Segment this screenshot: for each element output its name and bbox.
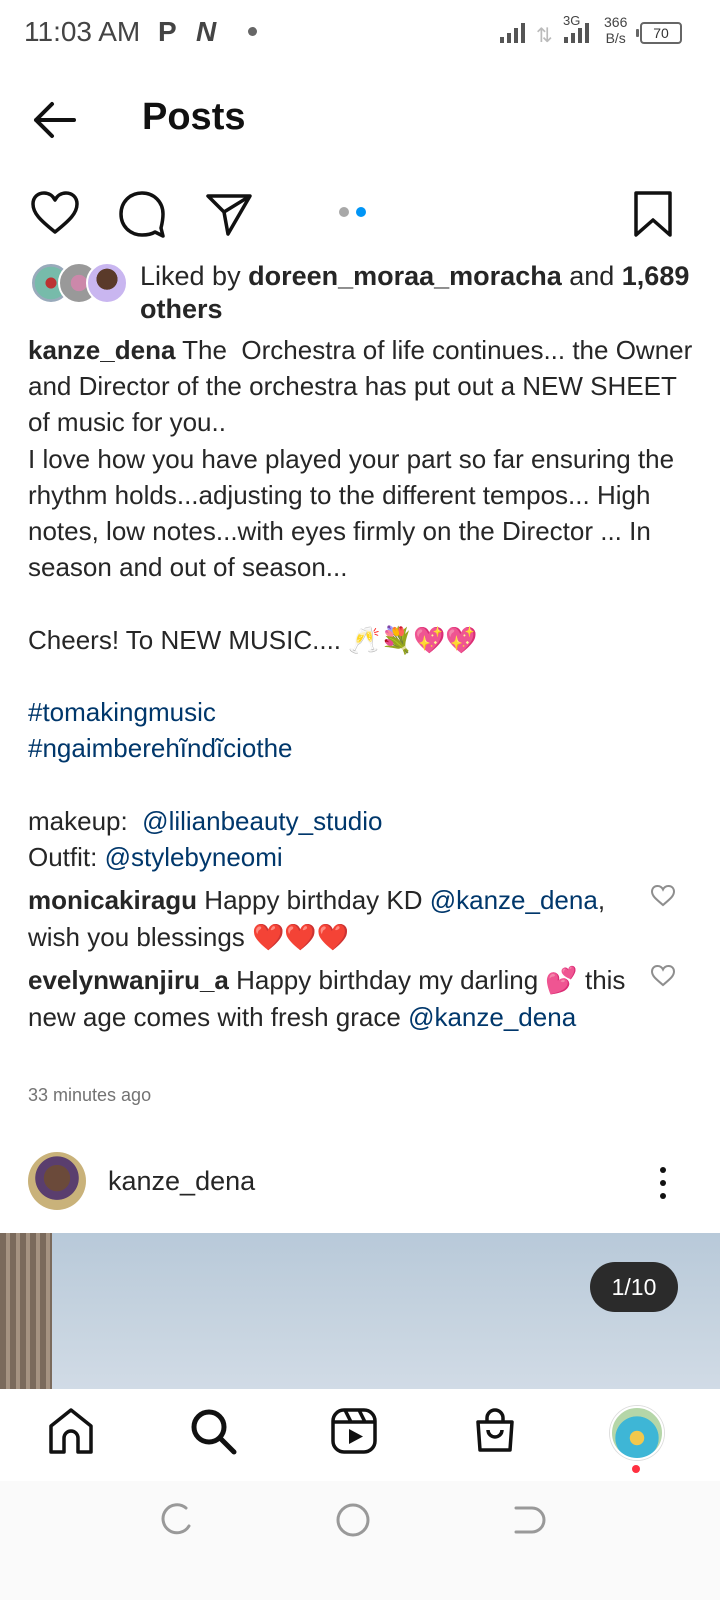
shop-icon[interactable] (470, 1406, 520, 1456)
home-icon[interactable] (46, 1406, 96, 1456)
comment-mention[interactable]: @kanze_dena (430, 885, 598, 915)
hashtag-link[interactable]: #tomakingmusic (28, 697, 216, 727)
network-type: 3G (563, 13, 581, 28)
outfit-label: Outfit: (28, 841, 105, 872)
likes-summary[interactable]: Liked by doreen_moraa_moracha and 1,689 … (140, 260, 700, 326)
home-circle-icon[interactable] (335, 1502, 371, 1538)
comment-username[interactable]: monicakiragu (28, 885, 197, 915)
carousel-dot-1 (339, 207, 349, 217)
next-post-avatar[interactable] (28, 1152, 86, 1210)
notification-n-icon: N (196, 16, 217, 47)
bookmark-icon[interactable] (628, 190, 678, 238)
recents-icon[interactable] (158, 1502, 194, 1538)
post-timestamp: 33 minutes ago (28, 1085, 152, 1105)
system-navigation-bar (0, 1481, 720, 1600)
building-image-detail (0, 1233, 52, 1389)
hashtag-link[interactable]: #ngaimberehĩndĩciothe (28, 733, 293, 763)
search-icon[interactable] (188, 1406, 238, 1456)
image-counter-badge: 1/10 (590, 1262, 678, 1312)
post-caption: kanze_dena The Orchestra of life continu… (28, 332, 698, 875)
makeup-mention[interactable]: @lilianbeauty_studio (142, 806, 382, 836)
battery-icon: 70 (636, 22, 682, 44)
status-bar: 11:03 AM P N ⇅ 3G 366 B/s 70 (0, 0, 720, 64)
comment-item: evelynwanjiru_a Happy birthday my darlin… (28, 965, 626, 1032)
comment-icon[interactable] (117, 190, 167, 238)
caption-text: The Orchestra of life continues... the O… (28, 335, 693, 655)
notification-dot (248, 27, 257, 36)
svg-text:⇅: ⇅ (536, 23, 553, 46)
comment-like-heart-icon[interactable] (650, 884, 676, 908)
profile-avatar[interactable] (610, 1406, 664, 1460)
data-rate: 366 B/s (604, 14, 628, 46)
caption-username[interactable]: kanze_dena (28, 335, 175, 365)
signal-icon: ⇅ (500, 23, 589, 46)
heart-icon[interactable] (30, 190, 80, 238)
next-post-username[interactable]: kanze_dena (108, 1166, 255, 1197)
outfit-mention[interactable]: @stylebyneomi (105, 842, 283, 872)
comment-like-heart-icon[interactable] (650, 964, 676, 988)
page-title: Posts (142, 96, 246, 138)
notification-p-icon: P (158, 16, 177, 47)
comment-username[interactable]: evelynwanjiru_a (28, 965, 229, 995)
more-options-icon[interactable] (654, 1166, 672, 1202)
makeup-label: makeup: (28, 805, 143, 836)
reels-icon[interactable] (329, 1406, 379, 1456)
comment-mention[interactable]: @kanze_dena (408, 1002, 576, 1032)
notification-dot (632, 1465, 640, 1473)
liked-by-user: doreen_moraa_moracha (248, 261, 562, 291)
liked-by-avatars[interactable] (30, 262, 130, 304)
back-icon[interactable] (510, 1502, 546, 1538)
carousel-dot-2-active (356, 207, 366, 217)
back-arrow-icon[interactable] (30, 96, 80, 144)
comment-item: monicakiragu Happy birthday KD @kanze_de… (28, 885, 606, 952)
status-time: 11:03 AM (24, 16, 141, 47)
share-icon[interactable] (204, 190, 254, 238)
